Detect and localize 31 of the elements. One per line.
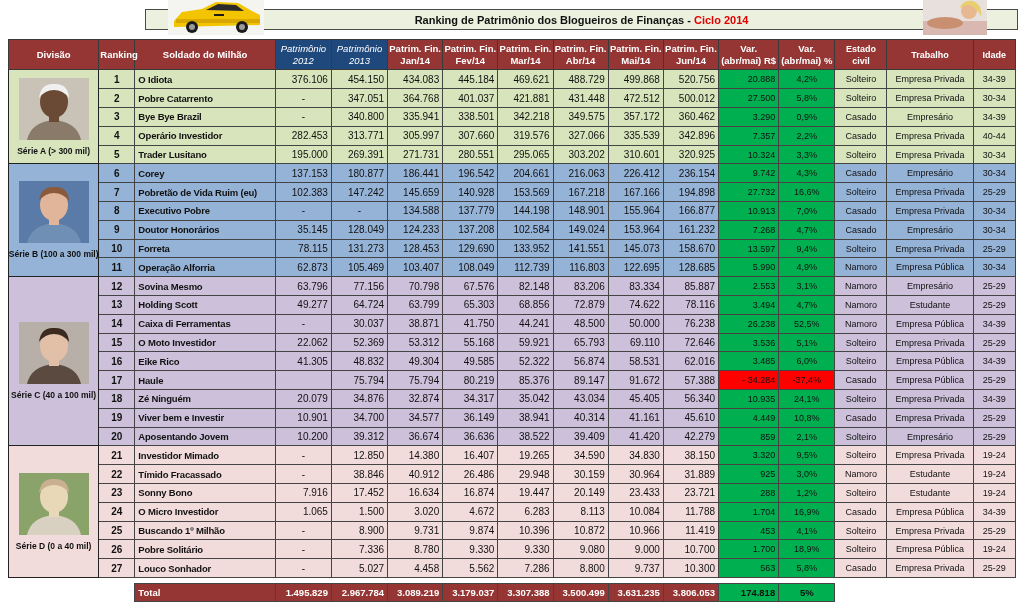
table-cell: 3.089.219 bbox=[387, 583, 443, 602]
column-header: Var. (abr/mai) R$ bbox=[718, 40, 779, 70]
table-cell: Total bbox=[134, 583, 276, 602]
column-header: Ranking bbox=[98, 40, 135, 70]
column-header: Patrimônio 2013 bbox=[331, 40, 388, 70]
table-cell: 5% bbox=[778, 583, 835, 602]
column-header: Patrim. Fin. Fev/14 bbox=[442, 40, 498, 70]
table-cell: 3.806.053 bbox=[663, 583, 719, 602]
series-label: Série C (40 a 100 mil) bbox=[11, 390, 97, 401]
table-cell: 1.495.829 bbox=[275, 583, 332, 602]
series-label: Série B (100 a 300 mil) bbox=[8, 249, 99, 260]
column-header: Trabalho bbox=[887, 40, 974, 70]
series-label: Série A (> 300 mil) bbox=[17, 145, 91, 156]
table-cell: 3.179.037 bbox=[442, 583, 498, 602]
table-cell: 3.500.499 bbox=[553, 583, 609, 602]
column-header: Patrim. Fin. Abr/14 bbox=[553, 40, 609, 70]
table-cell: 174.818 bbox=[718, 583, 779, 602]
table-cell: 2.967.784 bbox=[331, 583, 388, 602]
table-cell: 3.307.388 bbox=[497, 583, 554, 602]
column-header: Patrim. Fin. Jan/14 bbox=[387, 40, 443, 70]
column-header: Patrim. Fin. Jun/14 bbox=[663, 40, 719, 70]
column-header: Var. (abr/mai) % bbox=[778, 40, 835, 70]
table-cell: 3.631.235 bbox=[608, 583, 664, 602]
column-header: Patrim. Fin. Mai/14 bbox=[608, 40, 664, 70]
column-header: Patrim. Fin. Mar/14 bbox=[497, 40, 554, 70]
column-header: Estado civil bbox=[834, 40, 887, 70]
page-title: Ranking de Patrimônio dos Blogueiros de Finanças - Ciclo 2014 bbox=[414, 13, 749, 26]
column-header: Divisão bbox=[8, 40, 99, 70]
series-label: Série D (0 a 40 mil) bbox=[15, 540, 92, 551]
column-header: Idade bbox=[973, 40, 1016, 70]
column-header: Patrimônio 2012 bbox=[275, 40, 332, 70]
